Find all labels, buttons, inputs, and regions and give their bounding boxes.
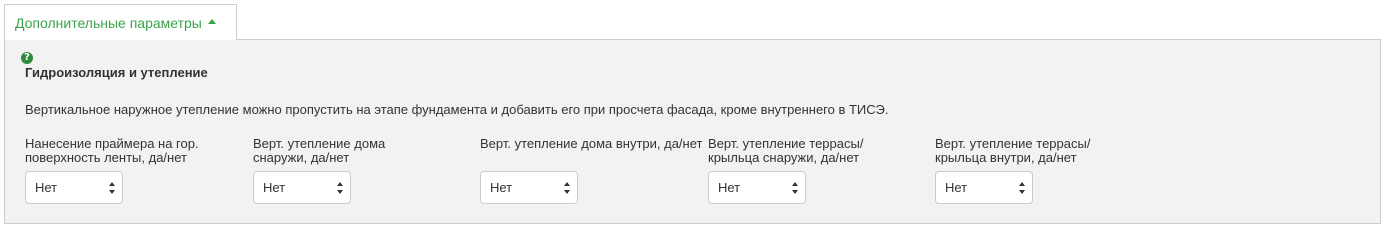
field-label: Верт. утепление дома снаружи, да/нет (253, 136, 386, 165)
additional-params-panel: ? Гидроизоляция и утепление Вертикальное… (4, 39, 1381, 224)
primer-select[interactable]: Нет (25, 171, 123, 204)
house-inside-insulation-select[interactable]: Нет (480, 171, 578, 204)
select-value: Нет (263, 180, 286, 195)
field-label: Нанесение праймера на гор. поверхность л… (25, 136, 199, 165)
select-arrows-icon (564, 182, 571, 194)
field-label: Верт. утепление дома внутри, да/нет (480, 136, 703, 151)
terrace-inside-insulation-select[interactable]: Нет (935, 171, 1033, 204)
select-arrows-icon (792, 182, 799, 194)
select-arrows-icon (109, 182, 116, 194)
select-value: Нет (490, 180, 513, 195)
field-terrace-outside-insulation: Верт. утепление террасы/ крыльца снаружи… (708, 137, 918, 204)
additional-params-tab[interactable]: Дополнительные параметры (4, 4, 237, 40)
section-title: Гидроизоляция и утепление (25, 65, 208, 80)
select-value: Нет (945, 180, 968, 195)
help-icon[interactable]: ? (21, 52, 33, 64)
field-house-inside-insulation: Верт. утепление дома внутри, да/нет Нет (480, 137, 702, 204)
field-terrace-inside-insulation: Верт. утепление террасы/ крыльца внутри,… (935, 137, 1145, 204)
select-value: Нет (35, 180, 58, 195)
field-label: Верт. утепление террасы/ крыльца внутри,… (935, 136, 1091, 165)
house-outside-insulation-select[interactable]: Нет (253, 171, 351, 204)
field-house-outside-insulation: Верт. утепление дома снаружи, да/нет Нет (253, 137, 463, 204)
select-arrows-icon (1019, 182, 1026, 194)
caret-up-icon (207, 19, 216, 24)
field-label: Верт. утепление террасы/ крыльца снаружи… (708, 136, 864, 165)
select-arrows-icon (337, 182, 344, 194)
tab-label: Дополнительные параметры (15, 14, 202, 31)
field-primer: Нанесение праймера на гор. поверхность л… (25, 137, 235, 204)
additional-params-section: Дополнительные параметры ? Гидроизоляция… (0, 0, 1387, 230)
select-value: Нет (718, 180, 741, 195)
section-note: Вертикальное наружное утепление можно пр… (25, 102, 889, 117)
terrace-outside-insulation-select[interactable]: Нет (708, 171, 806, 204)
